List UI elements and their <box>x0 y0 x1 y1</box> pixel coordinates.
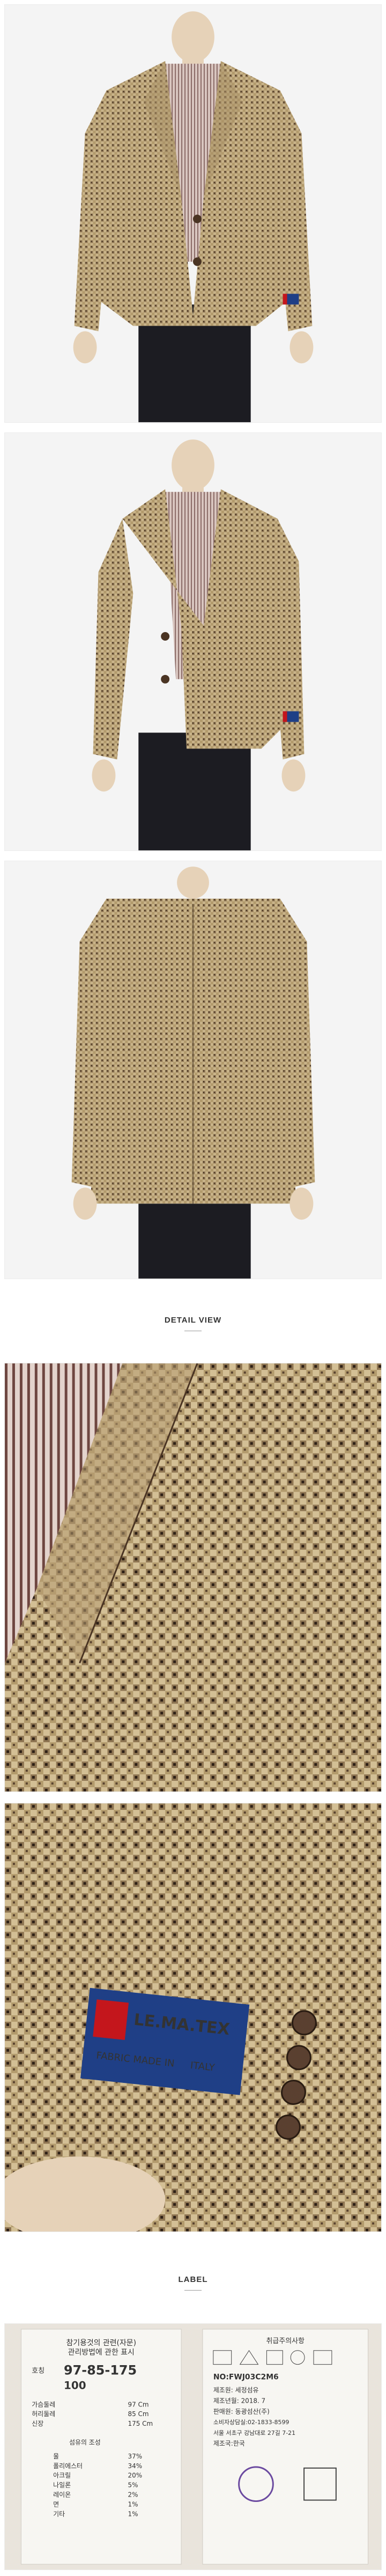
left-label-size2: 100 <box>64 2379 86 2391</box>
size-row-value: 97 Cm <box>128 2401 149 2408</box>
size-row-value: 175 Cm <box>128 2420 153 2427</box>
cuff-closeup-illustration: LE.MA.TEX FABRIC MADE IN ITALY <box>5 1803 381 2232</box>
care-labels-illustration: 참기용것의 관련(자문) 관리방법에 관한 표시 호칭 97-85-175 10… <box>20 2329 369 2565</box>
material-value: 2% <box>128 2491 138 2499</box>
right-label-line: 제조년월: 2018. 7 <box>213 2397 265 2404</box>
material-value: 37% <box>128 2453 143 2460</box>
jacket-angled-illustration <box>92 439 306 850</box>
jacket-back-illustration <box>71 867 315 1279</box>
product-photo-front <box>4 4 382 423</box>
size-row-key: 허리둘레 <box>32 2410 55 2418</box>
left-label-title2: 관리방법에 관한 표시 <box>68 2349 135 2357</box>
material-key: 면 <box>53 2501 59 2508</box>
brand-tag: LE.MA.TEX FABRIC MADE IN ITALY <box>80 1987 250 2095</box>
sleeve-button <box>291 2010 317 2036</box>
label-divider <box>184 2290 202 2291</box>
right-label-line: 서울 서초구 강남대로 27길 7-21 <box>213 2430 295 2436</box>
right-label-model: NO:FWJ03C2M6 <box>213 2373 279 2382</box>
material-key: 울 <box>53 2453 59 2460</box>
product-photo-angled <box>4 432 382 851</box>
left-label-size-label: 호칭 <box>32 2367 44 2375</box>
sleeve-button <box>276 2114 301 2140</box>
label-title: LABEL <box>178 2275 208 2284</box>
right-label-header: 취급주의사항 <box>266 2337 305 2345</box>
jacket-front-illustration <box>73 11 314 422</box>
material-value: 1% <box>128 2510 138 2518</box>
material-key: 나일론 <box>53 2482 71 2489</box>
left-label-title1: 참기용것의 관련(자문) <box>66 2339 136 2347</box>
detail-view-title: DETAIL VIEW <box>164 1316 222 1325</box>
material-key: 아크릴 <box>53 2472 71 2479</box>
material-value: 5% <box>128 2482 138 2489</box>
detail-photo-lapel <box>4 1363 382 1792</box>
size-row-key: 가슴둘레 <box>32 2401 55 2408</box>
care-label-photo: 참기용것의 관련(자문) 관리방법에 관한 표시 호칭 97-85-175 10… <box>4 2323 382 2570</box>
fabric-title: 섬유의 조성 <box>69 2439 101 2446</box>
material-value: 1% <box>128 2501 138 2508</box>
material-value: 34% <box>128 2462 143 2470</box>
material-value: 20% <box>128 2472 143 2479</box>
material-key: 폴리에스터 <box>53 2462 83 2470</box>
right-label-line: 판매원: 동광섬산(주) <box>213 2408 270 2415</box>
lapel-closeup-illustration <box>5 1363 381 1792</box>
product-photo-back <box>4 861 382 1279</box>
sleeve-button <box>286 2045 311 2071</box>
size-row-key: 신장 <box>32 2420 43 2427</box>
right-label-line: 소비자상담실:02-1833-8599 <box>213 2419 290 2426</box>
size-row-value: 85 Cm <box>128 2410 149 2418</box>
detail-photo-cuff: LE.MA.TEX FABRIC MADE IN ITALY <box>4 1803 382 2232</box>
left-label-size: 97-85-175 <box>64 2363 137 2378</box>
sleeve-button <box>281 2080 306 2105</box>
right-label-line: 제조국:한국 <box>213 2440 245 2447</box>
material-key: 기타 <box>53 2510 65 2518</box>
right-label-line: 제조원: 세정섬유 <box>213 2386 259 2394</box>
material-key: 레이온 <box>53 2491 71 2499</box>
